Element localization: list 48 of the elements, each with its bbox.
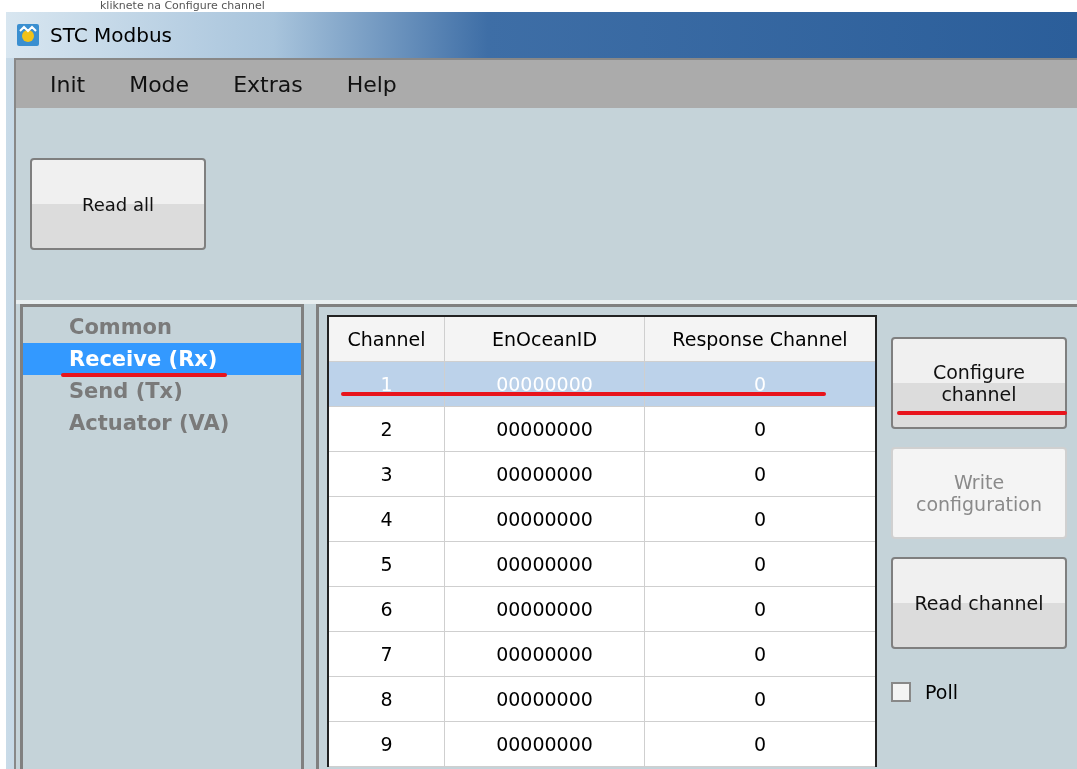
menu-item[interactable]: Mode [105,71,210,97]
caption-text: kliknete na Configure channel [99,0,266,12]
action-button[interactable]: Configure channel [891,337,1067,429]
app-icon [16,23,40,47]
table-row[interactable]: 6 00000000 0 [329,587,875,632]
table-cell-text: 0 [752,417,768,442]
table-cell-text: 0 [752,462,768,487]
table-row[interactable]: 2 00000000 0 [329,407,875,452]
table-cell: 00000000 [445,677,645,721]
column-header: Channel [329,317,445,361]
table-cell-text: 0 [752,732,768,757]
table-cell: 8 [329,677,445,721]
table-cell-text: 0 [752,507,768,532]
column-header: Response Channel [671,327,849,352]
action-button[interactable]: Read channel [891,557,1067,649]
table-cell-text: 0 [752,552,768,577]
column-header: EnOceanID [445,317,645,361]
table-cell: 00000000 [445,587,645,631]
table-cell: 4 [329,497,445,541]
menu-item[interactable]: Help [322,71,417,97]
table-cell: 5 [329,542,445,586]
table-cell: 00000000 [445,542,645,586]
table-cell: 6 [329,587,445,631]
table-row[interactable]: 4 00000000 0 [329,497,875,542]
table-cell-text: 0 [752,372,768,397]
checkbox-label: Poll [925,681,958,703]
table-row[interactable]: 9 00000000 0 [329,722,875,767]
table-row[interactable]: 7 00000000 0 [329,632,875,677]
table-cell: 00000000 [445,407,645,451]
read-all-button[interactable]: Read all [30,158,206,250]
table-row[interactable]: 5 00000000 0 [329,542,875,587]
menu-item[interactable]: Init [26,71,106,97]
menu-item[interactable]: Extras [209,71,323,97]
table-cell: 00000000 [445,452,645,496]
table-row[interactable]: 3 00000000 0 [329,452,875,497]
table-cell: 9 [329,722,445,766]
poll-checkbox[interactable] [891,682,911,702]
table-row[interactable]: 8 00000000 0 [329,677,875,722]
table-cell-text: 0 [752,687,768,712]
table-cell: 2 [329,407,445,451]
table-cell: 3 [329,452,445,496]
table-cell: 7 [329,632,445,676]
window-title: STC Modbus [50,23,173,47]
table-cell: 00000000 [445,722,645,766]
table-cell: 00000000 [445,632,645,676]
table-cell-text: 0 [752,642,768,667]
table-cell: 00000000 [445,497,645,541]
table-cell-text: 0 [752,597,768,622]
